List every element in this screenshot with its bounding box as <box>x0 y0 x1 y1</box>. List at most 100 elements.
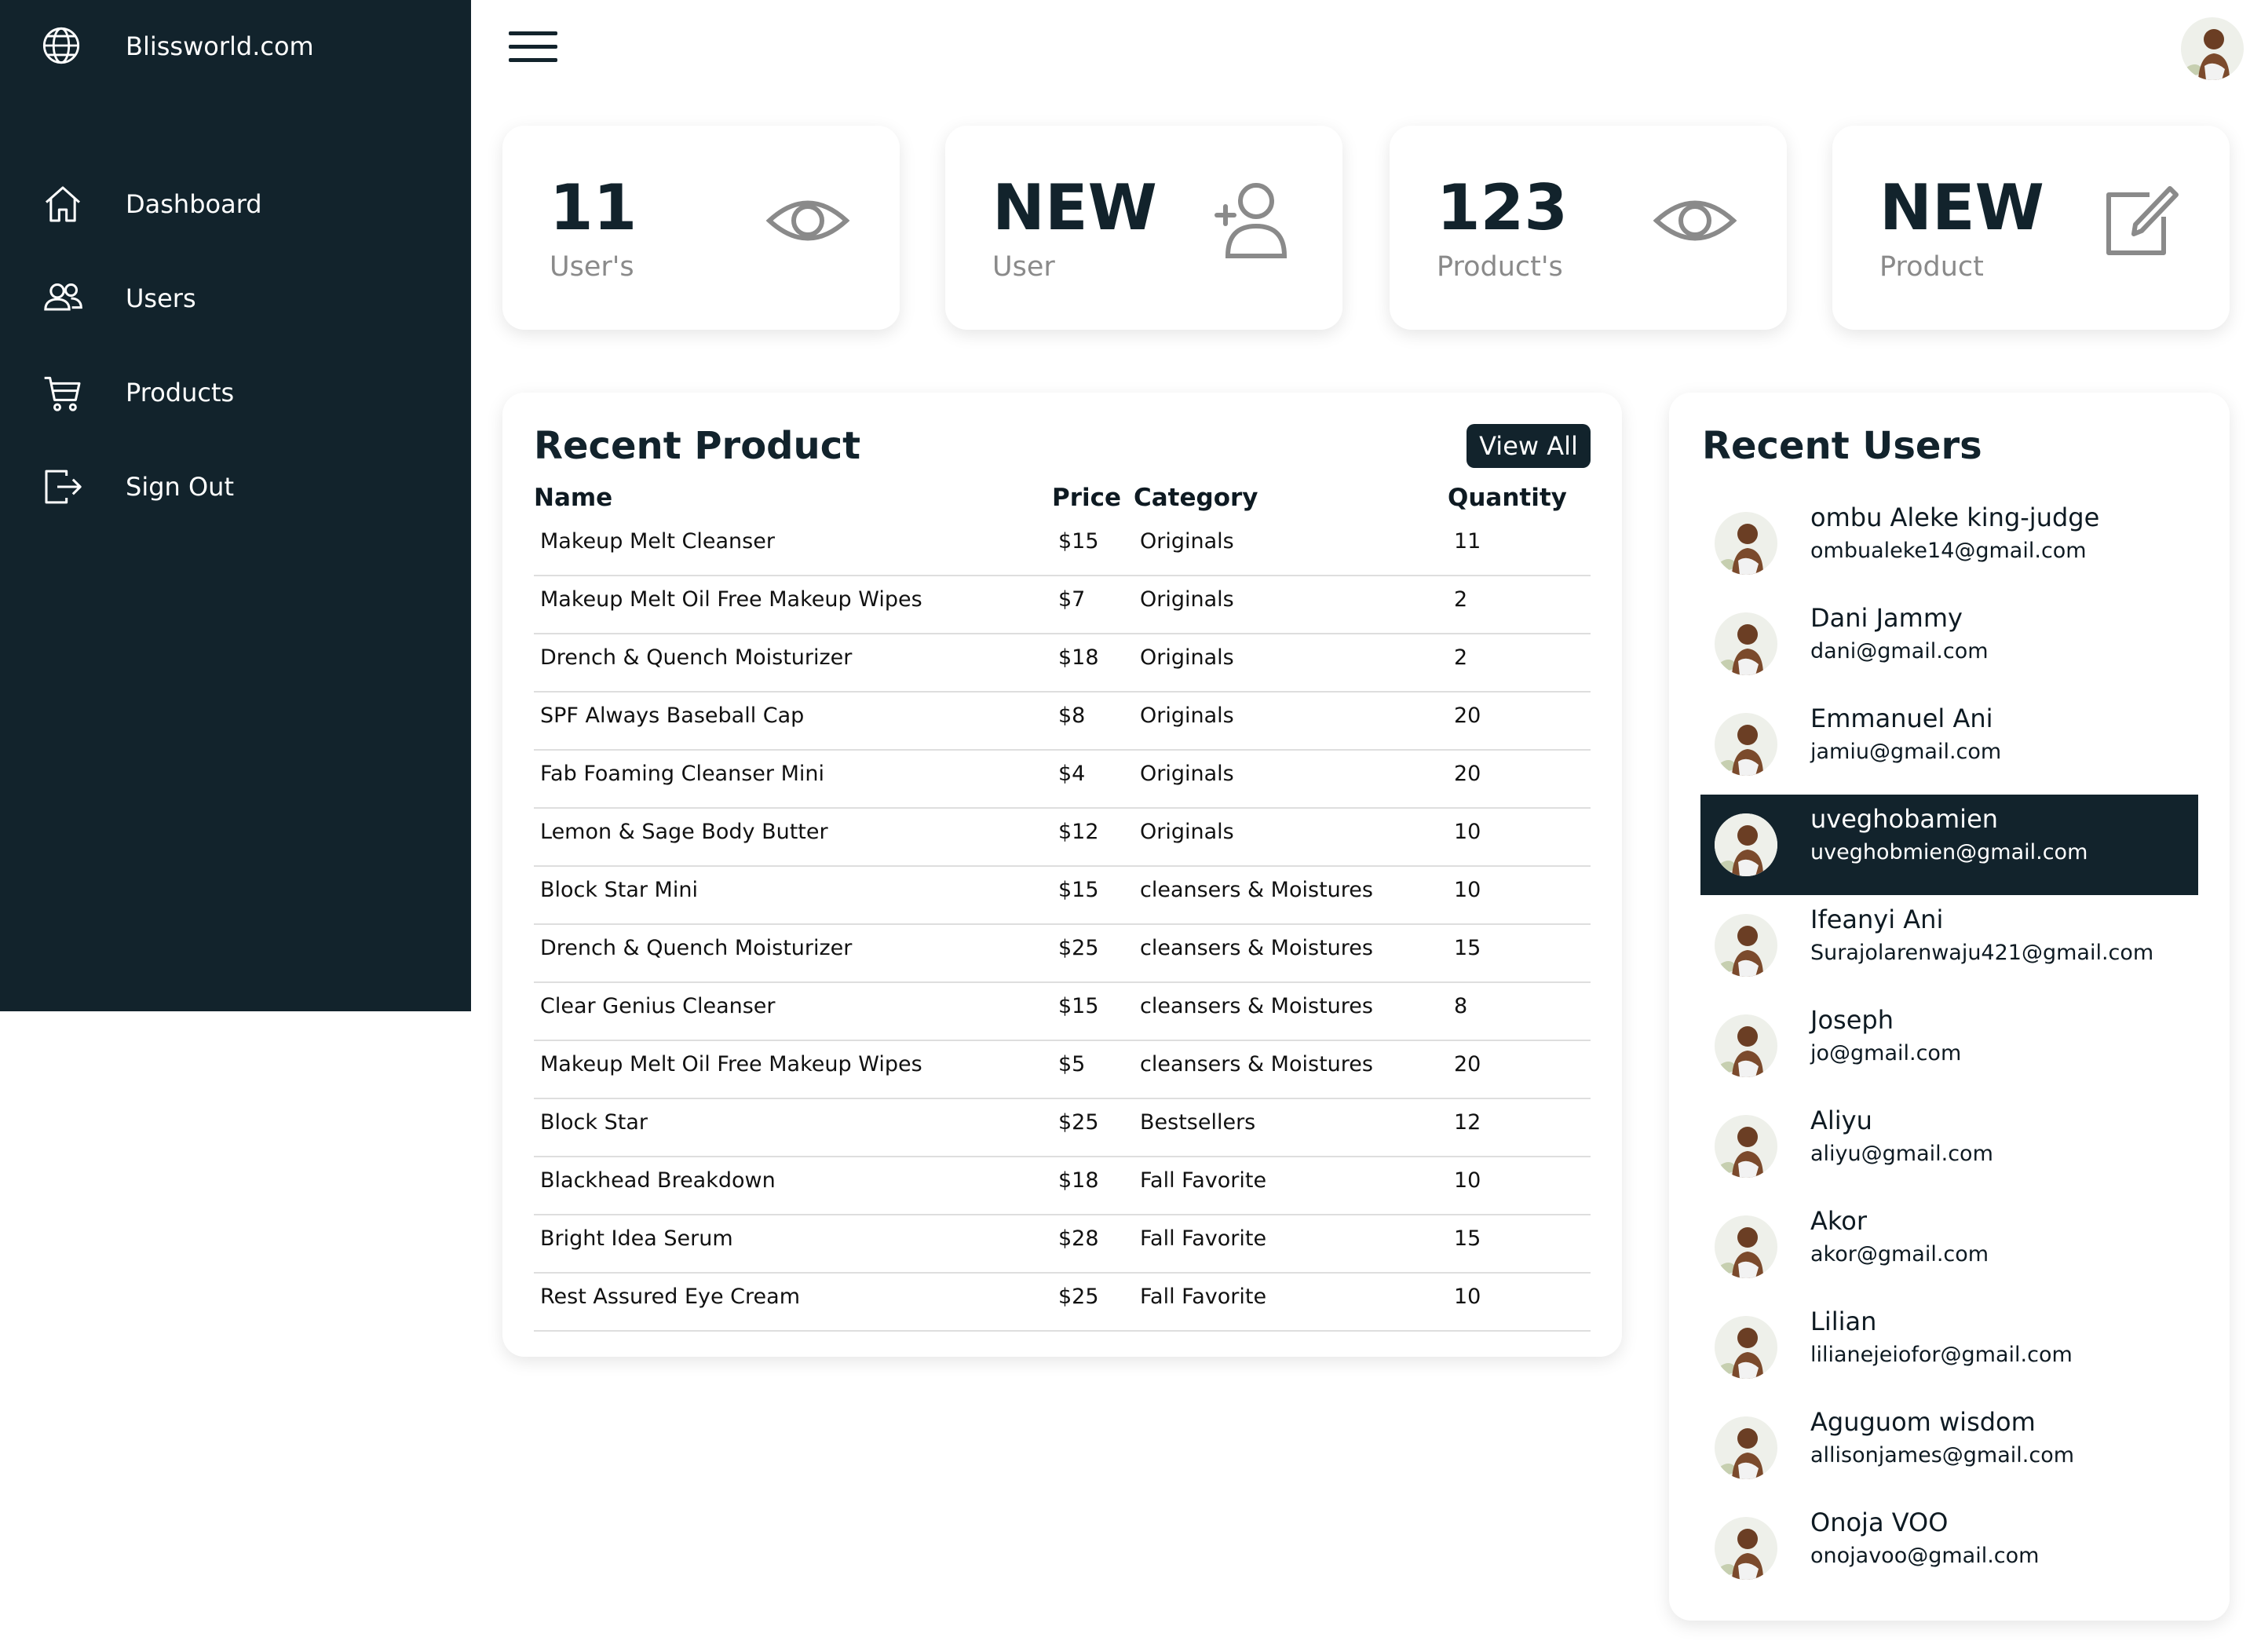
user-list-item[interactable]: Aliyu aliyu@gmail.com <box>1700 1096 2198 1197</box>
user-list-item[interactable]: Joseph jo@gmail.com <box>1700 996 2198 1096</box>
user-email: jo@gmail.com <box>1810 1041 1962 1065</box>
table-row[interactable]: Rest Assured Eye Cream $25 Fall Favorite… <box>534 1274 1591 1332</box>
avatar <box>1715 1215 1777 1278</box>
stat-card-products[interactable]: 123 Product's <box>1390 126 1787 330</box>
table-row[interactable]: Blackhead Breakdown $18 Fall Favorite 10 <box>534 1157 1591 1215</box>
stat-label: Product <box>1879 251 1984 283</box>
user-list-item[interactable]: uveghobamien uveghobmien@gmail.com <box>1700 795 2198 895</box>
product-name: Makeup Melt Oil Free Makeup Wipes <box>540 587 922 612</box>
view-all-button[interactable]: View All <box>1467 424 1591 468</box>
stat-value: 11 <box>550 171 637 244</box>
product-quantity: 10 <box>1454 878 1481 902</box>
product-quantity: 20 <box>1454 762 1481 786</box>
user-name: Onoja VOO <box>1810 1508 1949 1537</box>
user-list-item[interactable]: Ifeanyi Ani Surajolarenwaju421@gmail.com <box>1700 895 2198 996</box>
avatar <box>1715 914 1777 977</box>
product-category: cleansers & Moistures <box>1140 1052 1373 1076</box>
product-quantity: 11 <box>1454 529 1481 554</box>
globe-icon <box>42 27 80 64</box>
product-price: $12 <box>1058 820 1099 844</box>
column-header-category: Category <box>1134 484 1258 512</box>
user-name: Dani Jammy <box>1810 603 1963 633</box>
product-price: $5 <box>1058 1052 1086 1076</box>
product-quantity: 2 <box>1454 645 1468 670</box>
brand[interactable]: Blissworld.com <box>41 25 314 66</box>
table-row[interactable]: Makeup Melt Oil Free Makeup Wipes $7 Ori… <box>534 576 1591 634</box>
sidebar-item-users[interactable]: Users <box>41 275 449 322</box>
sidebar-item-sign-out[interactable]: Sign Out <box>41 463 449 510</box>
product-price: $28 <box>1058 1226 1099 1251</box>
product-category: Originals <box>1140 529 1234 554</box>
user-list-item[interactable]: Dani Jammy dani@gmail.com <box>1700 594 2198 694</box>
user-name: Aliyu <box>1810 1106 1872 1135</box>
product-category: Originals <box>1140 762 1234 786</box>
product-quantity: 8 <box>1454 994 1468 1018</box>
user-email: onojavoo@gmail.com <box>1810 1544 2040 1568</box>
user-avatar[interactable] <box>2181 17 2244 80</box>
recent-products-title: Recent Product <box>534 424 861 468</box>
table-row[interactable]: Makeup Melt Cleanser $15 Originals 11 <box>534 518 1591 576</box>
sidebar-item-products[interactable]: Products <box>41 369 449 416</box>
table-row[interactable]: Block Star Mini $15 cleansers & Moisture… <box>534 867 1591 925</box>
avatar <box>1715 1316 1777 1379</box>
user-list-item[interactable]: Lilian lilianejeiofor@gmail.com <box>1700 1297 2198 1398</box>
product-quantity: 15 <box>1454 1226 1481 1251</box>
table-row[interactable]: Block Star $25 Bestsellers 12 <box>534 1099 1591 1157</box>
sidebar-item-dashboard[interactable]: Dashboard <box>41 181 449 228</box>
recent-products-panel: Recent Product View All Name Price Categ… <box>502 393 1622 1357</box>
product-price: $15 <box>1058 878 1099 902</box>
product-name: Drench & Quench Moisturizer <box>540 645 853 670</box>
recent-users-list: ombu Aleke king-judge ombualeke14@gmail.c… <box>1700 493 2198 1599</box>
eye-icon <box>765 200 850 241</box>
user-list-item[interactable]: ombu Aleke king-judge ombualeke14@gmail.c… <box>1700 493 2198 594</box>
user-email: allisonjames@gmail.com <box>1810 1443 2075 1467</box>
avatar <box>1715 713 1777 776</box>
products-table-body: Makeup Melt Cleanser $15 Originals 11 Ma… <box>534 518 1591 1332</box>
product-quantity: 20 <box>1454 704 1481 728</box>
users-icon <box>44 283 82 311</box>
product-price: $25 <box>1058 1285 1099 1309</box>
product-name: Bright Idea Serum <box>540 1226 733 1251</box>
user-email: dani@gmail.com <box>1810 639 1989 663</box>
product-category: Fall Favorite <box>1140 1285 1267 1309</box>
table-row[interactable]: Drench & Quench Moisturizer $25 cleanser… <box>534 925 1591 983</box>
table-row[interactable]: Drench & Quench Moisturizer $18 Original… <box>534 634 1591 693</box>
product-quantity: 12 <box>1454 1110 1481 1135</box>
user-email: aliyu@gmail.com <box>1810 1142 1993 1166</box>
product-quantity: 10 <box>1454 1285 1481 1309</box>
table-row[interactable]: Clear Genius Cleanser $15 cleansers & Mo… <box>534 983 1591 1041</box>
product-name: Block Star <box>540 1110 648 1135</box>
user-name: Lilian <box>1810 1307 1877 1336</box>
table-row[interactable]: Bright Idea Serum $28 Fall Favorite 15 <box>534 1215 1591 1274</box>
sidebar-item-label: Sign Out <box>126 472 234 502</box>
user-name: Joseph <box>1810 1005 1894 1035</box>
product-name: Blackhead Breakdown <box>540 1168 776 1193</box>
recent-users-title: Recent Users <box>1702 424 1982 468</box>
stat-card-new-user[interactable]: NEW User <box>945 126 1342 330</box>
product-price: $18 <box>1058 645 1099 670</box>
product-name: Makeup Melt Oil Free Makeup Wipes <box>540 1052 922 1076</box>
stat-card-new-product[interactable]: NEW Product <box>1832 126 2230 330</box>
product-name: Drench & Quench Moisturizer <box>540 936 853 960</box>
sign-out-icon <box>45 470 82 504</box>
product-category: Originals <box>1140 587 1234 612</box>
table-row[interactable]: Fab Foaming Cleanser Mini $4 Originals 2… <box>534 751 1591 809</box>
user-list-item[interactable]: Emmanuel Ani jamiu@gmail.com <box>1700 694 2198 795</box>
cart-icon <box>44 376 81 411</box>
hamburger-menu-icon[interactable] <box>509 31 557 63</box>
avatar <box>1715 612 1777 675</box>
user-email: ombualeke14@gmail.com <box>1810 539 2087 563</box>
user-list-item[interactable]: Akor akor@gmail.com <box>1700 1197 2198 1297</box>
table-row[interactable]: SPF Always Baseball Cap $8 Originals 20 <box>534 693 1591 751</box>
stat-card-users[interactable]: 11 User's <box>502 126 900 330</box>
table-row[interactable]: Lemon & Sage Body Butter $12 Originals 1… <box>534 809 1591 867</box>
add-user-icon <box>1215 183 1288 258</box>
edit-icon <box>2106 186 2179 255</box>
sidebar-item-label: Products <box>126 378 235 408</box>
stat-value: NEW <box>992 171 1157 244</box>
user-list-item[interactable]: Onoja VOO onojavoo@gmail.com <box>1700 1498 2198 1599</box>
table-row[interactable]: Makeup Melt Oil Free Makeup Wipes $5 cle… <box>534 1041 1591 1099</box>
sidebar: Blissworld.com Dashboard Users Products … <box>0 0 471 1011</box>
user-list-item[interactable]: Aguguom wisdom allisonjames@gmail.com <box>1700 1398 2198 1498</box>
product-name: Lemon & Sage Body Butter <box>540 820 828 844</box>
